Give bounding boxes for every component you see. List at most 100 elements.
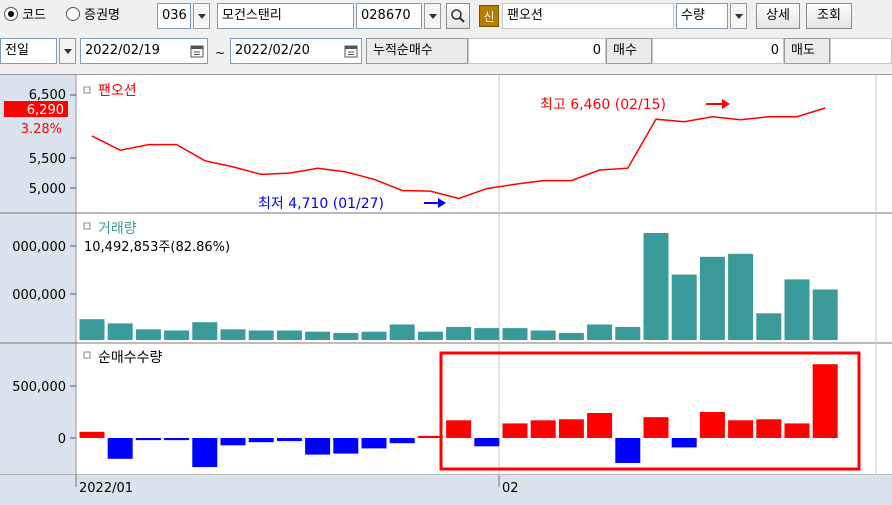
panel-marker-icon <box>83 86 91 94</box>
radio-unselected-icon <box>66 7 80 21</box>
netbuy-bar <box>728 420 754 438</box>
volume-bar <box>389 324 415 340</box>
netbuy-bar <box>615 438 641 463</box>
buy-label: 매수 <box>606 38 652 64</box>
buy-label-text: 매수 <box>613 43 637 58</box>
stock-code-value: 028670 <box>361 8 411 23</box>
high-annotation: 최고 6,460 (02/15) <box>540 97 666 113</box>
cum-net-buy-text: 누적순매수 <box>373 43 433 58</box>
stock-code-dropdown-button[interactable] <box>424 3 441 29</box>
price-tick-label: 5,500 <box>29 152 66 167</box>
volume-bar <box>333 332 359 340</box>
volume-bar <box>305 331 331 340</box>
netbuy-bar <box>192 438 218 468</box>
cum-net-buy-label: 누적순매수 <box>366 38 468 64</box>
netbuy-bar <box>474 438 500 447</box>
volume-bar <box>164 330 190 340</box>
query-button[interactable]: 조회 <box>806 3 852 29</box>
highlight-box <box>439 351 861 471</box>
volume-bar <box>699 256 725 340</box>
stock-name-field: 팬오션 <box>502 3 674 29</box>
quantity-dropdown-button[interactable] <box>730 3 747 29</box>
new-listing-badge: 신 <box>479 5 499 27</box>
netbuy-bar <box>107 438 133 459</box>
date-from-input[interactable]: 2022/02/19 <box>80 38 208 64</box>
radio-code-label: 코드 <box>22 8 47 23</box>
volume-bar <box>135 329 161 340</box>
volume-bar <box>192 322 218 340</box>
volume-bar <box>502 328 528 340</box>
market-code-select[interactable]: 036 <box>157 3 191 29</box>
netbuy-bar <box>530 420 556 438</box>
netbuy-bar <box>305 438 331 455</box>
quantity-select[interactable]: 수량 <box>676 3 728 29</box>
change-pct-label: 3.28% <box>21 122 62 137</box>
price-tick-label: 5,000 <box>29 182 66 197</box>
volume-bar <box>615 326 641 340</box>
volume-bar <box>446 326 472 340</box>
netbuy-bar <box>333 438 359 454</box>
broker-name-field[interactable]: 모건스탠리 <box>217 3 354 29</box>
date-to-value: 2022/02/20 <box>235 43 310 58</box>
volume-tick-label: 000,000 <box>12 240 66 255</box>
netbuy-bar <box>784 423 810 438</box>
netbuy-bar <box>587 413 613 438</box>
radio-selected-icon <box>4 7 18 21</box>
low-annotation: 최저 4,710 (01/27) <box>258 196 384 212</box>
calendar-icon[interactable] <box>344 44 358 58</box>
radio-code[interactable]: 코드 <box>4 5 74 27</box>
search-button[interactable] <box>446 3 470 29</box>
period-select[interactable]: 전일 <box>0 38 57 64</box>
date-to-input[interactable]: 2022/02/20 <box>230 38 362 64</box>
broker-name-value: 모건스탠리 <box>222 8 282 23</box>
detail-button[interactable]: 상세 <box>756 3 800 29</box>
volume-bar <box>643 233 669 340</box>
new-badge-label: 신 <box>483 10 495 24</box>
chart-canvas[interactable]: 팬오션 6,500 6,290 3.28% 5,500 5,000 최고 6,4… <box>0 75 892 505</box>
toolbar-row-2: 전일 2022/02/19 ~ 2022/02/20 누적순매수 0 매수 0 … <box>0 36 892 70</box>
volume-info: 10,492,853주(82.86%) <box>84 240 230 255</box>
sell-label-text: 매도 <box>791 43 815 58</box>
volume-bar <box>784 279 810 340</box>
panel-marker-icon <box>83 351 91 359</box>
query-button-label: 조회 <box>817 8 841 23</box>
price-line <box>91 107 826 200</box>
range-sep-label: ~ <box>214 46 226 60</box>
netbuy-bar <box>389 438 415 444</box>
price-series <box>91 107 826 200</box>
quantity-select-value: 수량 <box>681 8 705 23</box>
volume-bar <box>474 328 500 340</box>
cum-net-buy-value: 0 <box>468 38 606 64</box>
period-dropdown-button[interactable] <box>59 38 76 64</box>
period-select-value: 전일 <box>5 43 29 58</box>
date-range-separator: ~ <box>212 42 228 64</box>
x-axis-label: 02 <box>502 481 519 496</box>
netbuy-bar <box>248 438 274 443</box>
netbuy-bar <box>417 435 443 438</box>
radio-name[interactable]: 증권명 <box>66 5 152 27</box>
volume-bar <box>587 324 613 340</box>
toolbar-row-1: 코드 증권명 036 모건스탠리 028670 신 팬오션 수량 상세 조회 <box>0 0 892 34</box>
stock-code-input[interactable]: 028670 <box>356 3 422 29</box>
market-code-dropdown-button[interactable] <box>193 3 210 29</box>
buy-value: 0 <box>652 38 784 64</box>
sell-value <box>830 38 892 64</box>
market-code-value: 036 <box>162 8 187 23</box>
cum-net-buy-number: 0 <box>592 43 601 58</box>
panel-marker-icon <box>83 222 91 230</box>
netbuy-bar <box>135 438 161 441</box>
low-arrow-icon <box>424 198 446 208</box>
x-axis-label: 2022/01 <box>79 481 133 496</box>
calendar-icon[interactable] <box>190 44 204 58</box>
netbuy-tick-label: 0 <box>58 432 66 447</box>
volume-bar <box>276 330 302 340</box>
netbuy-bar <box>643 417 669 438</box>
chart-area[interactable]: 팬오션 6,500 6,290 3.28% 5,500 5,000 최고 6,4… <box>0 74 892 505</box>
netbuy-bar <box>671 438 697 448</box>
netbuy-panel-title: 순매수수량 <box>98 350 163 366</box>
netbuy-bar <box>502 423 528 438</box>
price-panel-title: 팬오션 <box>98 83 137 99</box>
search-icon <box>451 9 465 23</box>
volume-bar <box>812 289 838 340</box>
netbuy-bar <box>756 419 782 438</box>
